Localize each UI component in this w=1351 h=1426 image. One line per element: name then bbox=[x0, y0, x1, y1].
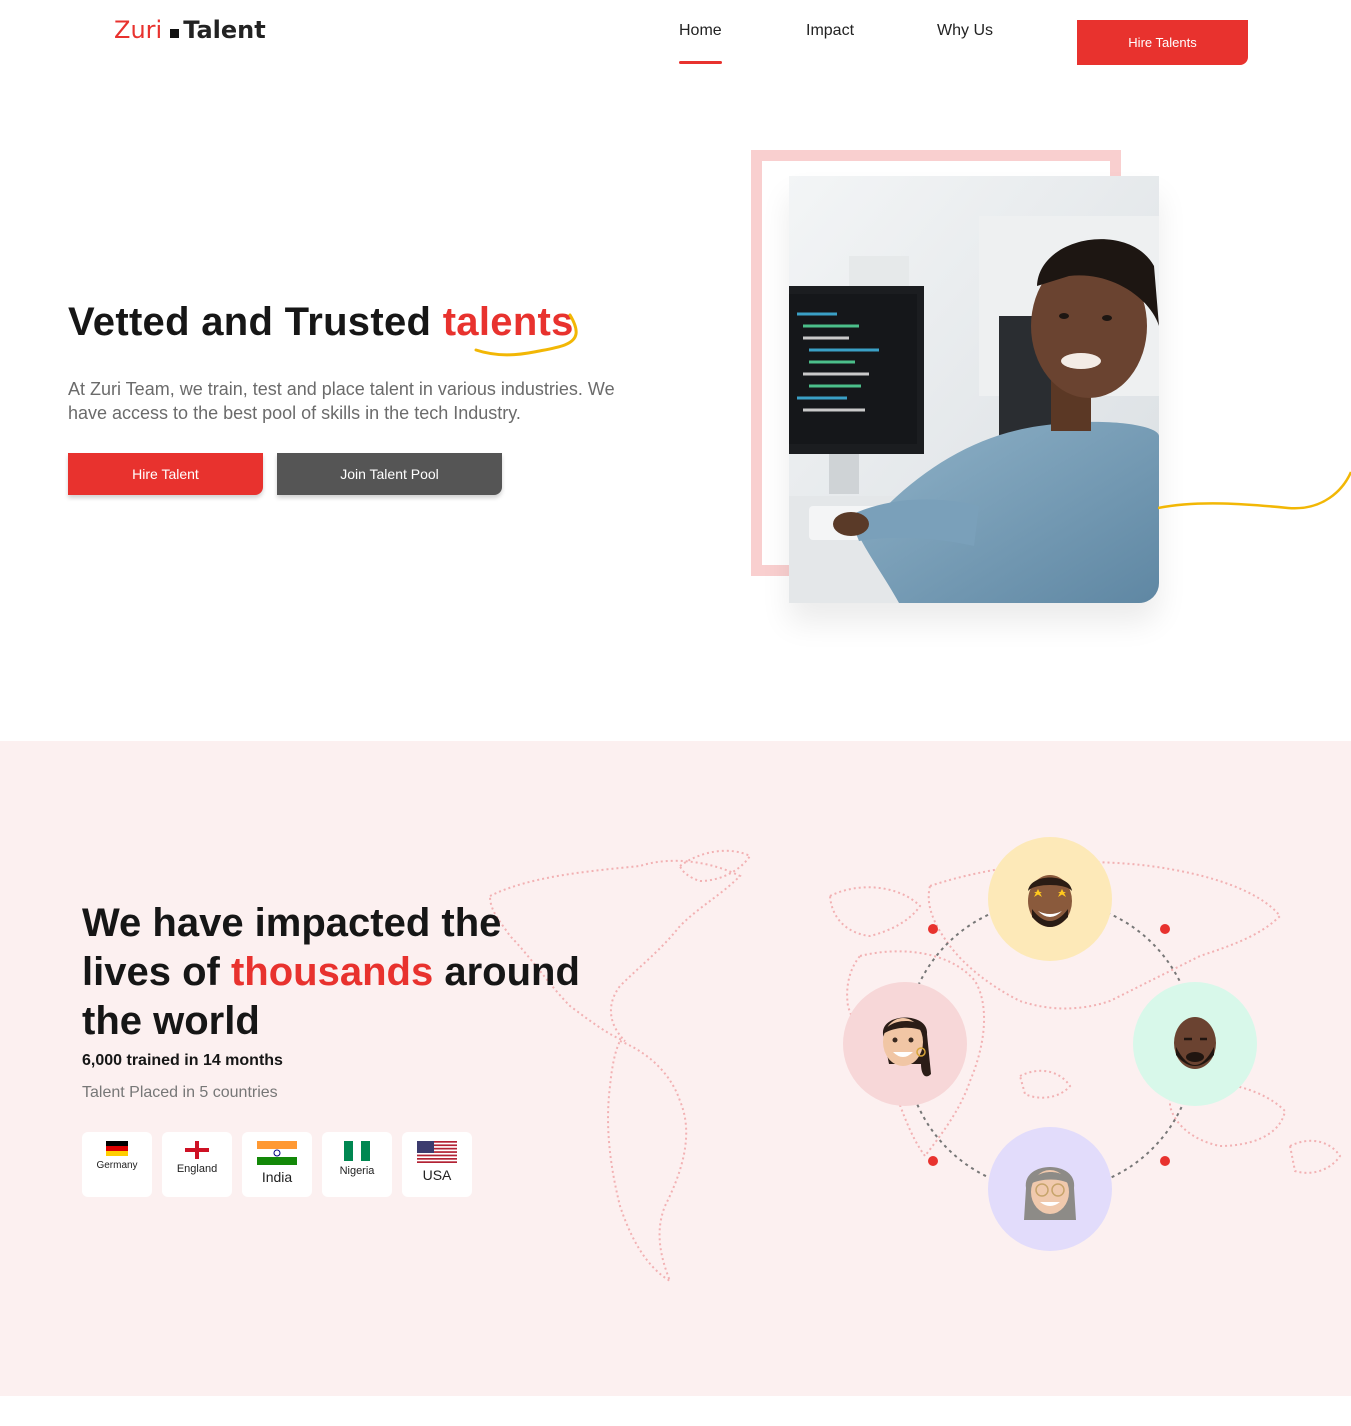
india-flag-icon bbox=[257, 1141, 297, 1165]
nigeria-flag-icon bbox=[344, 1141, 370, 1161]
nav-link-home[interactable]: Home bbox=[679, 22, 722, 66]
logo-dot bbox=[170, 29, 180, 38]
impact-title-line2-post: around bbox=[444, 950, 580, 994]
memoji-woman-icon bbox=[882, 1017, 931, 1077]
top-navigation: Zuri Talent Home Impact Why Us Hire Tale… bbox=[0, 0, 1351, 80]
impact-title-line3: the world bbox=[82, 999, 260, 1043]
join-talent-pool-button[interactable]: Join Talent Pool bbox=[277, 453, 502, 495]
avatar-star-eyes bbox=[988, 837, 1112, 961]
talent-avatar-orbit bbox=[840, 836, 1260, 1256]
country-name: India bbox=[261, 1169, 293, 1185]
hero-title-prefix: Vetted and Trusted bbox=[68, 300, 432, 344]
memoji-star-eyes-icon bbox=[1028, 875, 1072, 927]
country-name: USA bbox=[422, 1167, 452, 1183]
logo-zuri-text: Zuri bbox=[114, 16, 163, 44]
hire-talents-button[interactable]: Hire Talents bbox=[1077, 20, 1248, 65]
squiggle-underline-decoration bbox=[474, 313, 578, 357]
avatar-woman-braid bbox=[843, 982, 967, 1106]
memoji-bearded-man-icon bbox=[1174, 1017, 1216, 1069]
country-name: England bbox=[176, 1163, 218, 1175]
country-card-england: England bbox=[162, 1132, 232, 1197]
germany-flag-icon bbox=[106, 1141, 128, 1156]
avatar-woman-glasses bbox=[988, 1127, 1112, 1251]
country-flags-list: Germany England India Nigeria USA bbox=[82, 1132, 472, 1197]
country-card-usa: USA bbox=[402, 1132, 472, 1197]
impact-section: We have impacted the lives of thousands … bbox=[0, 741, 1351, 1396]
logo-talent-text: Talent bbox=[183, 16, 266, 44]
developer-photo bbox=[789, 176, 1159, 603]
zuri-talent-logo[interactable]: Zuri Talent bbox=[114, 16, 266, 44]
impact-title-line1: We have impacted the bbox=[82, 901, 502, 945]
country-name: Nigeria bbox=[339, 1165, 375, 1177]
avatar-man-beard bbox=[1133, 982, 1257, 1106]
impact-title-accent: thousands bbox=[230, 950, 434, 994]
trained-stat: 6,000 trained in 14 months bbox=[82, 1052, 283, 1069]
nav-link-why-us[interactable]: Why Us bbox=[937, 22, 993, 66]
hire-talent-button[interactable]: Hire Talent bbox=[68, 453, 263, 495]
country-card-germany: Germany bbox=[82, 1132, 152, 1197]
usa-flag-icon bbox=[417, 1141, 457, 1163]
country-name: Germany bbox=[96, 1160, 138, 1171]
impact-title: We have impacted the lives of thousands … bbox=[82, 899, 602, 1046]
country-card-india: India bbox=[242, 1132, 312, 1197]
country-card-nigeria: Nigeria bbox=[322, 1132, 392, 1197]
nav-link-impact[interactable]: Impact bbox=[806, 22, 854, 66]
hero-subtitle: At Zuri Team, we train, test and place t… bbox=[68, 379, 615, 423]
countries-placed-text: Talent Placed in 5 countries bbox=[82, 1084, 278, 1101]
wave-line-decoration bbox=[1158, 471, 1351, 510]
impact-title-line2-pre: lives of bbox=[82, 950, 220, 994]
england-flag-icon bbox=[185, 1141, 209, 1159]
memoji-gray-hair-glasses-icon bbox=[1024, 1167, 1076, 1220]
